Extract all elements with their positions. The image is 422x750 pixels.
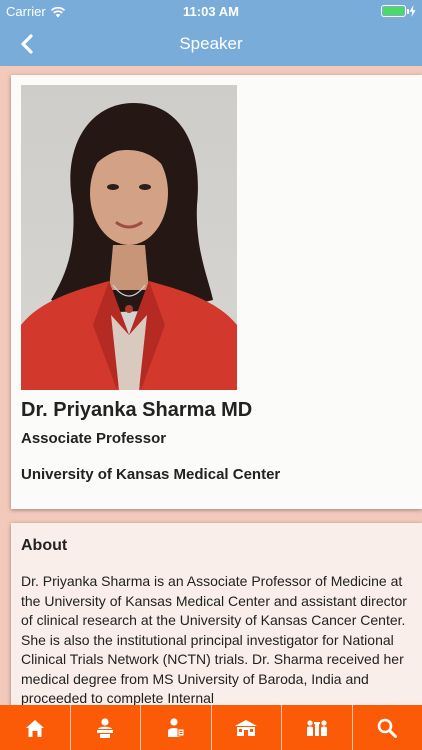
speaker-photo: [21, 85, 237, 390]
speaker-podium-icon: [97, 717, 114, 738]
page-title: Speaker: [179, 34, 243, 53]
about-heading: About: [21, 537, 68, 554]
speaker-name: Dr. Priyanka Sharma MD: [21, 399, 253, 421]
speaker-organization: University of Kansas Medical Center: [21, 466, 281, 483]
tab-search[interactable]: [353, 705, 422, 750]
battery-icon: [381, 5, 409, 17]
tab-attendees[interactable]: [141, 705, 212, 750]
tab-bar: [0, 705, 422, 750]
home-icon: [25, 719, 44, 737]
clock: 11:03 AM: [183, 4, 239, 19]
status-bar: Carrier 11:03 AM: [0, 0, 422, 22]
speaker-title: Associate Professor: [21, 430, 167, 447]
battery-group: [381, 5, 416, 17]
search-icon: [377, 718, 398, 738]
attendee-icon: [167, 717, 185, 737]
about-text: Dr. Priyanka Sharma is an Associate Prof…: [21, 573, 407, 706]
tab-speakers[interactable]: [71, 705, 141, 750]
about-card: About Dr. Priyanka Sharma is an Associat…: [11, 523, 422, 713]
navigation-bar: Speaker: [0, 22, 422, 66]
speaker-profile-card: Dr. Priyanka Sharma MD Associate Profess…: [11, 75, 422, 509]
tab-exhibitors[interactable]: [282, 705, 353, 750]
exhibitors-icon: [306, 719, 327, 736]
venue-icon: [235, 719, 258, 736]
charging-bolt-icon: [409, 5, 416, 17]
tab-venue[interactable]: [212, 705, 282, 750]
tab-home[interactable]: [0, 705, 71, 750]
app-header: Carrier 11:03 AM Speaker: [0, 0, 422, 66]
